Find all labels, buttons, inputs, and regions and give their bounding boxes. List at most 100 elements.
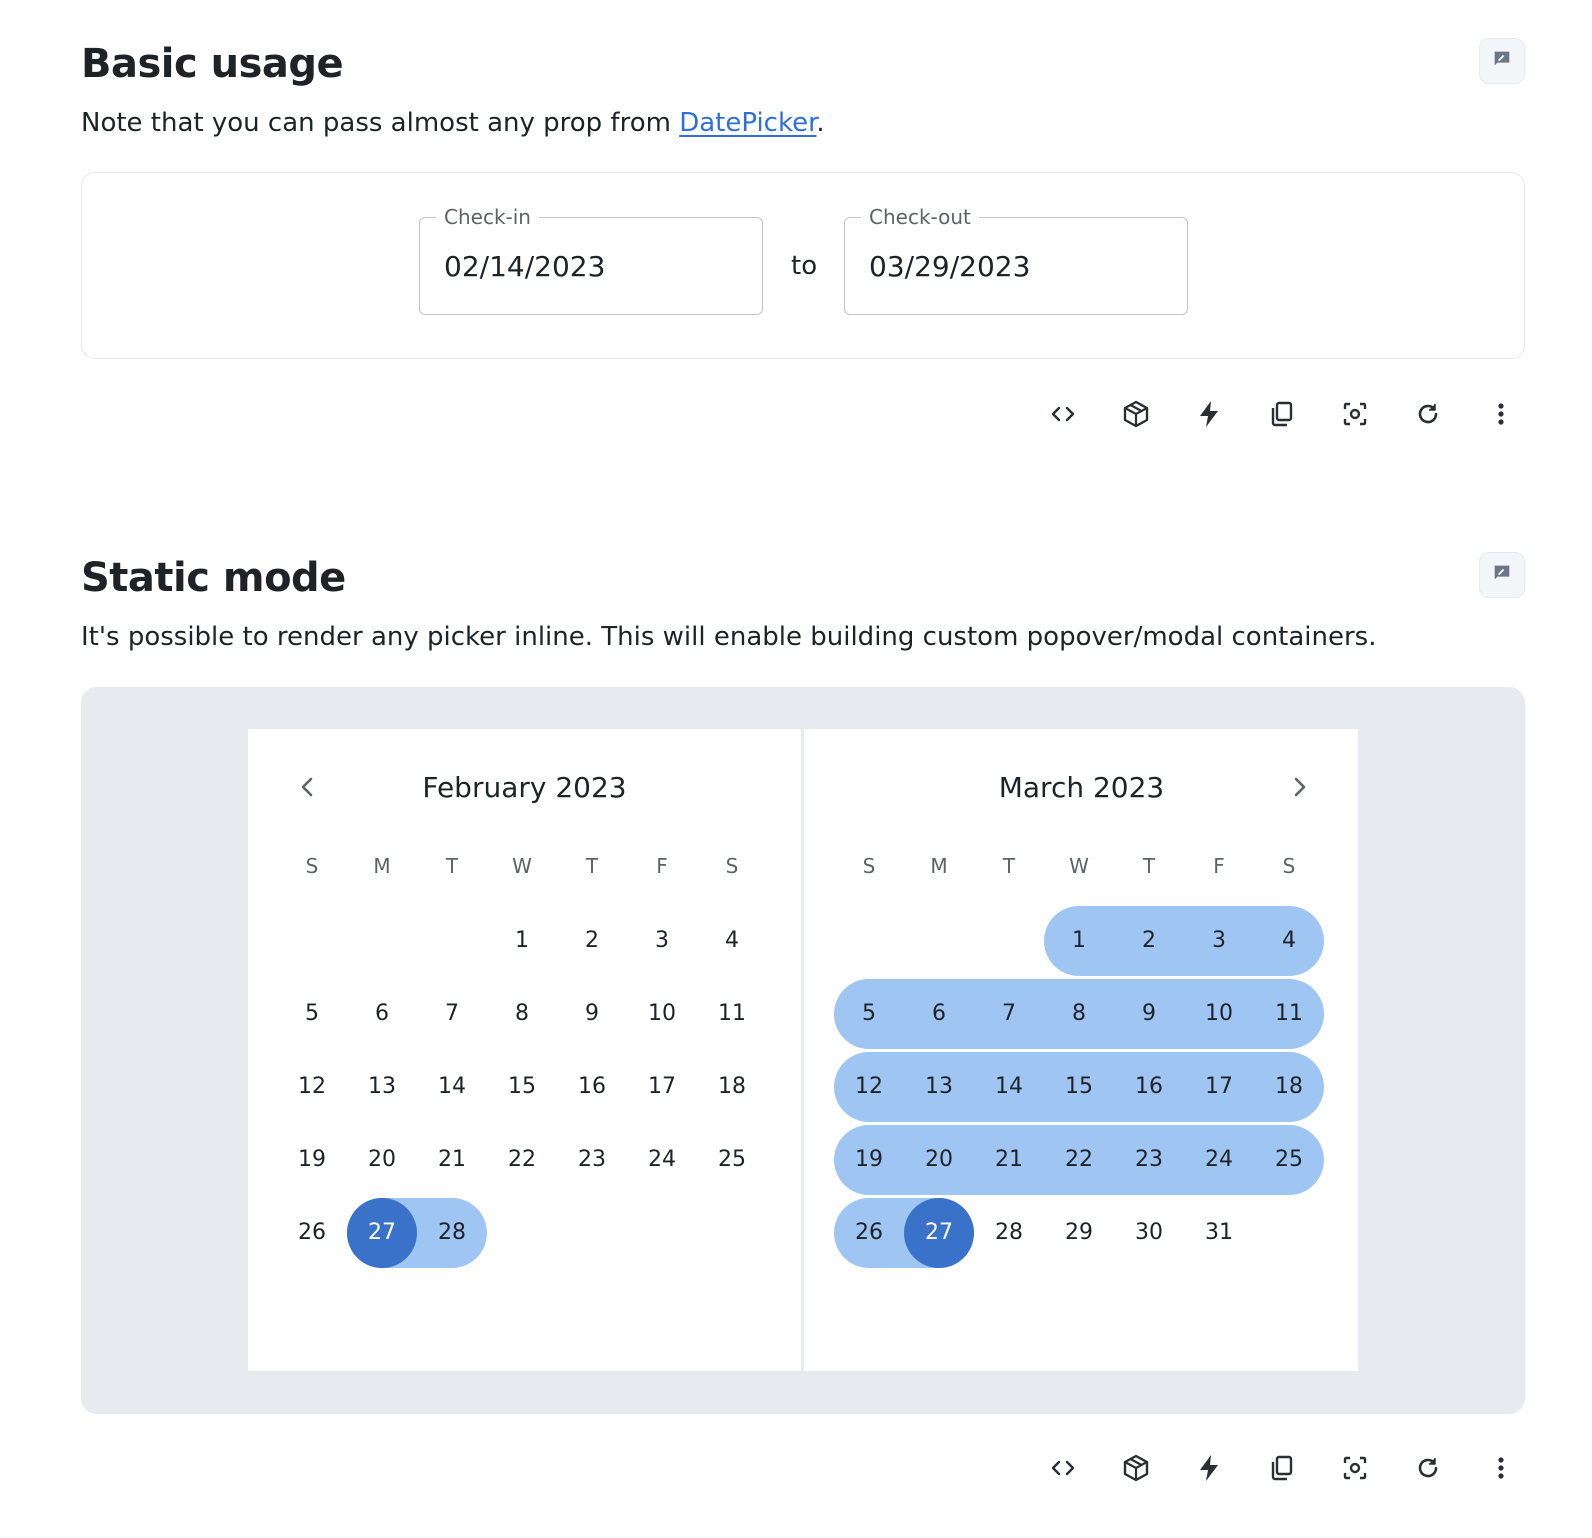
- checkout-value[interactable]: 03/29/2023: [869, 250, 1030, 284]
- day-cell[interactable]: 8: [487, 979, 557, 1049]
- day-cell[interactable]: 2: [557, 906, 627, 976]
- day-cell[interactable]: 8: [1044, 979, 1114, 1049]
- day-cell[interactable]: 11: [697, 979, 767, 1049]
- day-cell[interactable]: 19: [834, 1125, 904, 1195]
- day-cell[interactable]: 9: [1114, 979, 1184, 1049]
- calendar-divider: [801, 729, 804, 1371]
- code-icon: [1049, 1454, 1077, 1487]
- day-cell[interactable]: 2: [1114, 906, 1184, 976]
- show-code-button[interactable]: [1039, 1446, 1087, 1494]
- day-cell[interactable]: 13: [904, 1052, 974, 1122]
- reset-demo-button[interactable]: [1404, 1446, 1452, 1494]
- day-cell[interactable]: 28: [974, 1198, 1044, 1268]
- stackblitz-button[interactable]: [1185, 392, 1233, 440]
- day-cell[interactable]: 4: [1254, 906, 1324, 976]
- day-cell[interactable]: 3: [627, 906, 697, 976]
- day-cell[interactable]: 20: [347, 1125, 417, 1195]
- section-title: Static mode: [81, 555, 346, 601]
- codesandbox-icon: [1121, 399, 1151, 434]
- day-cell[interactable]: 19: [277, 1125, 347, 1195]
- codesandbox-button[interactable]: [1112, 1446, 1160, 1494]
- day-cell[interactable]: 12: [277, 1052, 347, 1122]
- day-cell[interactable]: 21: [974, 1125, 1044, 1195]
- day-cell[interactable]: 28: [417, 1198, 487, 1268]
- reset-demo-button[interactable]: [1404, 392, 1452, 440]
- month-february: February 2023 S M T W T F S 1 2 3 4 5 6 7 8 9 10 11 12 13 14…: [248, 729, 801, 1371]
- stackblitz-button[interactable]: [1185, 1446, 1233, 1494]
- feedback-button[interactable]: [1479, 38, 1525, 84]
- day-cell[interactable]: 7: [417, 979, 487, 1049]
- codesandbox-button[interactable]: [1112, 392, 1160, 440]
- show-code-button[interactable]: [1039, 392, 1087, 440]
- more-options-button[interactable]: [1477, 1446, 1525, 1494]
- day-cell[interactable]: 23: [1114, 1125, 1184, 1195]
- day-cell[interactable]: 25: [697, 1125, 767, 1195]
- day-cell[interactable]: 22: [487, 1125, 557, 1195]
- day-cell[interactable]: 16: [1114, 1052, 1184, 1122]
- checkin-field[interactable]: Check-in 02/14/2023: [419, 205, 763, 315]
- weekday-label: S: [305, 854, 319, 878]
- day-cell[interactable]: 25: [1254, 1125, 1324, 1195]
- next-month-button[interactable]: [1281, 771, 1317, 807]
- more-options-button[interactable]: [1477, 392, 1525, 440]
- day-cell[interactable]: 26: [834, 1198, 904, 1268]
- day-cell[interactable]: 5: [277, 979, 347, 1049]
- day-cell[interactable]: 18: [1254, 1052, 1324, 1122]
- previous-month-button[interactable]: [290, 771, 326, 807]
- day-cell[interactable]: 1: [487, 906, 557, 976]
- reset-focus-button[interactable]: [1331, 392, 1379, 440]
- day-cell[interactable]: 18: [697, 1052, 767, 1122]
- day-cell[interactable]: 30: [1114, 1198, 1184, 1268]
- day-cell[interactable]: 26: [277, 1198, 347, 1268]
- day-cell[interactable]: 6: [904, 979, 974, 1049]
- day-cell[interactable]: 12: [834, 1052, 904, 1122]
- day-cell[interactable]: 6: [347, 979, 417, 1049]
- weekday-label: F: [1213, 854, 1225, 878]
- day-cell[interactable]: 9: [557, 979, 627, 1049]
- day-cell[interactable]: 17: [1184, 1052, 1254, 1122]
- day-cell[interactable]: 7: [974, 979, 1044, 1049]
- day-cell[interactable]: 23: [557, 1125, 627, 1195]
- copy-icon: [1268, 1454, 1296, 1487]
- day-cell[interactable]: 20: [904, 1125, 974, 1195]
- day-cell-selected[interactable]: 27: [347, 1198, 417, 1268]
- day-cell[interactable]: 15: [487, 1052, 557, 1122]
- day-cell[interactable]: 13: [347, 1052, 417, 1122]
- checkin-label: Check-in: [436, 205, 539, 229]
- day-cell[interactable]: 22: [1044, 1125, 1114, 1195]
- static-demo-box: February 2023 S M T W T F S 1 2 3 4 5 6 7 8 9 10 11 12 13 14…: [81, 687, 1525, 1414]
- day-cell[interactable]: 16: [557, 1052, 627, 1122]
- month-title: March 2023: [998, 771, 1165, 804]
- checkin-value[interactable]: 02/14/2023: [444, 250, 605, 284]
- day-cell[interactable]: 5: [834, 979, 904, 1049]
- reset-focus-button[interactable]: [1331, 1446, 1379, 1494]
- day-cell[interactable]: 14: [417, 1052, 487, 1122]
- day-cell[interactable]: 31: [1184, 1198, 1254, 1268]
- copy-icon: [1268, 400, 1296, 433]
- checkout-field[interactable]: Check-out 03/29/2023: [844, 205, 1188, 315]
- day-cell[interactable]: 4: [697, 906, 767, 976]
- description-end: .: [816, 108, 825, 138]
- day-cell-selected[interactable]: 27: [904, 1198, 974, 1268]
- day-cell[interactable]: 1: [1044, 906, 1114, 976]
- datepicker-link[interactable]: DatePicker: [679, 108, 816, 138]
- feedback-button[interactable]: [1479, 552, 1525, 598]
- day-cell[interactable]: 3: [1184, 906, 1254, 976]
- day-cell[interactable]: 21: [417, 1125, 487, 1195]
- day-cell[interactable]: 11: [1254, 979, 1324, 1049]
- day-cell[interactable]: 17: [627, 1052, 697, 1122]
- day-cell[interactable]: 15: [1044, 1052, 1114, 1122]
- feedback-icon: [1491, 562, 1513, 589]
- copy-source-button[interactable]: [1258, 1446, 1306, 1494]
- month-title: February 2023: [422, 771, 627, 804]
- day-cell[interactable]: 29: [1044, 1198, 1114, 1268]
- day-cell[interactable]: 24: [1184, 1125, 1254, 1195]
- copy-source-button[interactable]: [1258, 392, 1306, 440]
- day-cell[interactable]: 24: [627, 1125, 697, 1195]
- basic-usage-section: Basic usage Note that you can pass almos…: [81, 0, 1525, 480]
- day-cell[interactable]: 14: [974, 1052, 1044, 1122]
- demo-toolbar: [1039, 1446, 1525, 1494]
- chevron-right-icon: [1289, 775, 1309, 804]
- day-cell[interactable]: 10: [627, 979, 697, 1049]
- day-cell[interactable]: 10: [1184, 979, 1254, 1049]
